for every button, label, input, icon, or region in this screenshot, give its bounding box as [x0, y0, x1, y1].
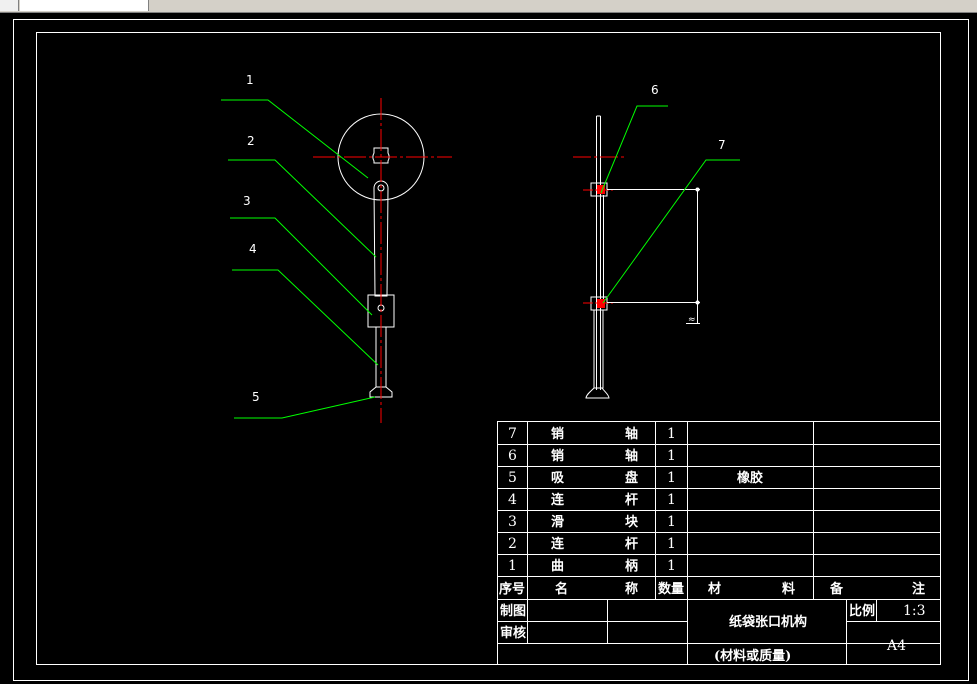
- callout-3: 3: [243, 194, 251, 208]
- header-material-b: 料: [782, 581, 795, 597]
- table-row: 7 销 轴 1: [508, 426, 676, 442]
- window-tab[interactable]: [0, 0, 19, 11]
- row-4-no: 4: [508, 492, 517, 508]
- row-7-name-b: 柄: [625, 558, 638, 574]
- table-row: 4 连 杆 1: [508, 492, 676, 508]
- drawing-title: 纸袋张口机构: [729, 614, 807, 630]
- window-tab-active[interactable]: [20, 0, 149, 11]
- row-2-no: 6: [508, 448, 517, 464]
- side-dimension: [607, 187, 700, 324]
- dim-tick-top: [695, 187, 700, 192]
- callout-1: 1: [246, 73, 254, 87]
- parts-list-rows: 7 销 轴 1 6 销 轴 1 5 吸 盘 1 橡胶 4 连 杆 1 3 滑 块: [499, 426, 925, 597]
- header-name-b: 称: [625, 581, 638, 597]
- table-row: 3 滑 块 1: [508, 514, 676, 530]
- header-no: 序号: [499, 581, 525, 597]
- side-lower-rod: [593, 309, 604, 389]
- side-view-leaders: [600, 105, 740, 304]
- row-5-name-a: 滑: [551, 514, 564, 530]
- row-4-name-a: 连: [551, 492, 565, 508]
- scale-label: 比例: [849, 603, 875, 619]
- row-5-no: 3: [508, 514, 517, 530]
- cad-drawing-canvas: 1 2 3 4 5 ≈ 6 7 7 销 轴 1 6 销 轴 1 5 吸 盘 1 …: [13, 19, 969, 681]
- checked-by-label: 审核: [500, 625, 526, 641]
- inner-drawing-frame: [36, 32, 941, 665]
- callout-6: 6: [651, 83, 659, 97]
- row-3-name-b: 盘: [625, 470, 638, 486]
- leader-1: [221, 99, 369, 179]
- row-1-name-a: 销: [551, 426, 564, 442]
- row-3-name-a: 吸: [551, 471, 565, 486]
- callout-7: 7: [718, 138, 726, 152]
- dim-tick-bottom: [695, 300, 700, 305]
- leader-7: [602, 159, 740, 304]
- callout-2: 2: [247, 134, 255, 148]
- leader-6: [600, 105, 668, 194]
- row-2-name-b: 轴: [625, 448, 638, 464]
- row-6-name-b: 杆: [625, 536, 638, 552]
- header-qty: 数量: [658, 581, 684, 597]
- row-2-qty: 1: [667, 448, 676, 464]
- row-6-name-a: 连: [551, 536, 565, 552]
- row-4-qty: 1: [667, 492, 676, 508]
- dimension-label: ≈: [688, 315, 696, 325]
- row-1-no: 7: [508, 426, 517, 442]
- side-view: [573, 115, 625, 399]
- table-header-row: 序号 名 称 数量 材 料 备 注: [499, 581, 925, 597]
- row-2-name-a: 销: [551, 448, 564, 464]
- outer-sheet-border: [13, 19, 969, 681]
- row-1-name-b: 轴: [625, 426, 638, 442]
- row-1-qty: 1: [667, 426, 676, 442]
- leader-4: [232, 269, 379, 366]
- row-5-qty: 1: [667, 514, 676, 530]
- drawn-by-label: 制图: [500, 603, 526, 619]
- row-4-name-b: 杆: [625, 492, 638, 508]
- front-view-leaders: [221, 99, 379, 419]
- side-suction-cup: [585, 387, 610, 399]
- material-or-mass: (材料或质量): [714, 648, 791, 664]
- row-5-name-b: 块: [625, 514, 639, 530]
- row-7-qty: 1: [667, 558, 676, 574]
- row-3-material: 橡胶: [737, 470, 763, 486]
- row-7-name-a: 曲: [551, 558, 564, 574]
- callout-4: 4: [249, 242, 257, 256]
- table-row: 2 连 杆 1: [508, 536, 676, 552]
- row-6-no: 2: [508, 536, 517, 552]
- row-3-qty: 1: [667, 470, 676, 486]
- table-row: 6 销 轴 1: [508, 448, 676, 464]
- row-6-qty: 1: [667, 536, 676, 552]
- row-7-no: 1: [508, 558, 517, 574]
- front-view: [313, 98, 452, 423]
- callout-5: 5: [252, 390, 260, 404]
- sheet-size: A4: [886, 638, 906, 654]
- scale-value: 1:3: [903, 603, 926, 619]
- table-row: 5 吸 盘 1 橡胶: [508, 470, 763, 486]
- row-3-no: 5: [508, 470, 517, 486]
- header-name-a: 名: [555, 581, 568, 597]
- header-note-b: 注: [912, 581, 925, 597]
- header-note-a: 备: [829, 581, 844, 597]
- table-row: 1 曲 柄 1: [508, 558, 676, 574]
- header-material-a: 材: [708, 581, 721, 597]
